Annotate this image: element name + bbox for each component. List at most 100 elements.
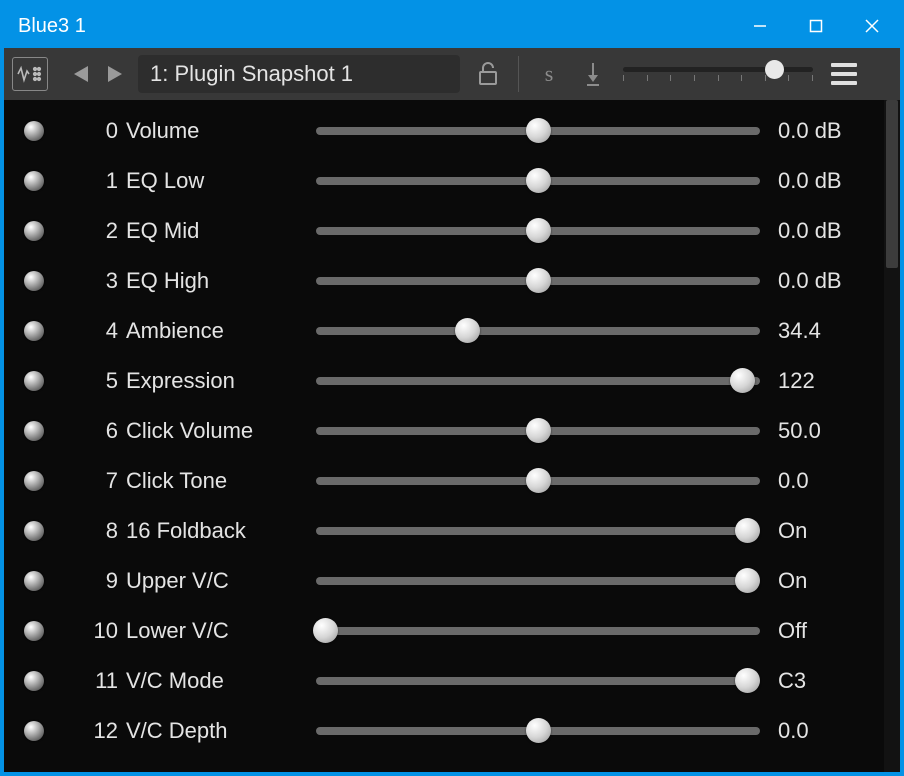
param-value[interactable]: 0.0 dB bbox=[778, 118, 872, 144]
param-label: EQ High bbox=[126, 268, 316, 294]
prev-snapshot-button[interactable] bbox=[66, 58, 96, 90]
menu-button[interactable] bbox=[829, 63, 859, 85]
param-indicator-dot[interactable] bbox=[24, 371, 44, 391]
param-value[interactable]: On bbox=[778, 568, 872, 594]
param-row: 12 V/C Depth 0.0 bbox=[4, 706, 884, 756]
param-value[interactable]: On bbox=[778, 518, 872, 544]
param-value[interactable]: 0.0 dB bbox=[778, 218, 872, 244]
snapshot-label: 1: Plugin Snapshot 1 bbox=[150, 61, 353, 87]
param-value[interactable]: 50.0 bbox=[778, 418, 872, 444]
param-slider-thumb[interactable] bbox=[730, 368, 755, 393]
param-row: 4 Ambience 34.4 bbox=[4, 306, 884, 356]
param-slider[interactable] bbox=[316, 627, 760, 635]
svg-text:s: s bbox=[545, 62, 554, 86]
param-index: 12 bbox=[44, 718, 118, 744]
minimize-button[interactable] bbox=[732, 4, 788, 48]
param-slider[interactable] bbox=[316, 277, 760, 285]
param-index: 5 bbox=[44, 368, 118, 394]
param-slider-thumb[interactable] bbox=[526, 468, 551, 493]
param-index: 2 bbox=[44, 218, 118, 244]
param-slider-thumb[interactable] bbox=[735, 568, 760, 593]
param-value[interactable]: C3 bbox=[778, 668, 872, 694]
param-value[interactable]: 0.0 dB bbox=[778, 268, 872, 294]
param-label: Click Volume bbox=[126, 418, 316, 444]
unlock-icon[interactable] bbox=[468, 54, 508, 94]
param-label: V/C Mode bbox=[126, 668, 316, 694]
param-slider-thumb[interactable] bbox=[526, 418, 551, 443]
param-index: 6 bbox=[44, 418, 118, 444]
param-indicator-dot[interactable] bbox=[24, 121, 44, 141]
param-label: Ambience bbox=[126, 318, 316, 344]
param-slider[interactable] bbox=[316, 227, 760, 235]
window-title: Blue3 1 bbox=[18, 15, 732, 38]
scrollbar-thumb[interactable] bbox=[886, 100, 898, 268]
param-label: Volume bbox=[126, 118, 316, 144]
param-label: V/C Depth bbox=[126, 718, 316, 744]
param-index: 7 bbox=[44, 468, 118, 494]
param-label: Lower V/C bbox=[126, 618, 316, 644]
param-indicator-dot[interactable] bbox=[24, 621, 44, 641]
param-slider[interactable] bbox=[316, 677, 760, 685]
param-indicator-dot[interactable] bbox=[24, 271, 44, 291]
param-row: 6 Click Volume 50.0 bbox=[4, 406, 884, 456]
param-row: 7Click Tone0.0 bbox=[4, 456, 884, 506]
param-row: 9 Upper V/C On bbox=[4, 556, 884, 606]
close-button[interactable] bbox=[844, 4, 900, 48]
param-slider-thumb[interactable] bbox=[526, 168, 551, 193]
toolbar-divider bbox=[518, 56, 519, 92]
master-slider-thumb[interactable] bbox=[765, 60, 784, 79]
param-value[interactable]: 0.0 bbox=[778, 468, 872, 494]
param-index: 10 bbox=[44, 618, 118, 644]
param-indicator-dot[interactable] bbox=[24, 571, 44, 591]
param-indicator-dot[interactable] bbox=[24, 171, 44, 191]
maximize-button[interactable] bbox=[788, 4, 844, 48]
param-indicator-dot[interactable] bbox=[24, 221, 44, 241]
param-value[interactable]: 34.4 bbox=[778, 318, 872, 344]
param-slider-thumb[interactable] bbox=[735, 668, 760, 693]
param-indicator-dot[interactable] bbox=[24, 671, 44, 691]
param-slider-thumb[interactable] bbox=[313, 618, 338, 643]
next-snapshot-button[interactable] bbox=[100, 58, 130, 90]
param-slider-thumb[interactable] bbox=[735, 518, 760, 543]
toolbar: 1: Plugin Snapshot 1 s bbox=[4, 48, 900, 100]
scrollbar[interactable] bbox=[884, 100, 900, 772]
param-label: EQ Mid bbox=[126, 218, 316, 244]
param-slider-thumb[interactable] bbox=[455, 318, 480, 343]
param-value[interactable]: Off bbox=[778, 618, 872, 644]
param-value[interactable]: 0.0 dB bbox=[778, 168, 872, 194]
down-arrow-stop-icon[interactable] bbox=[573, 54, 613, 94]
master-slider[interactable] bbox=[623, 67, 813, 81]
param-slider-thumb[interactable] bbox=[526, 268, 551, 293]
param-slider[interactable] bbox=[316, 377, 760, 385]
param-slider[interactable] bbox=[316, 577, 760, 585]
param-indicator-dot[interactable] bbox=[24, 521, 44, 541]
param-slider[interactable] bbox=[316, 477, 760, 485]
param-slider[interactable] bbox=[316, 427, 760, 435]
param-label: EQ Low bbox=[126, 168, 316, 194]
param-index: 9 bbox=[44, 568, 118, 594]
param-index: 11 bbox=[44, 668, 118, 694]
param-slider-thumb[interactable] bbox=[526, 118, 551, 143]
param-value[interactable]: 0.0 bbox=[778, 718, 872, 744]
param-slider-thumb[interactable] bbox=[526, 218, 551, 243]
param-indicator-dot[interactable] bbox=[24, 421, 44, 441]
param-slider[interactable] bbox=[316, 527, 760, 535]
param-index: 1 bbox=[44, 168, 118, 194]
snapshot-selector[interactable]: 1: Plugin Snapshot 1 bbox=[138, 55, 460, 93]
param-indicator-dot[interactable] bbox=[24, 471, 44, 491]
param-value[interactable]: 122 bbox=[778, 368, 872, 394]
waveform-icon[interactable] bbox=[12, 57, 48, 91]
param-slider[interactable] bbox=[316, 127, 760, 135]
param-slider-thumb[interactable] bbox=[526, 718, 551, 743]
param-slider[interactable] bbox=[316, 177, 760, 185]
param-indicator-dot[interactable] bbox=[24, 321, 44, 341]
param-indicator-dot[interactable] bbox=[24, 721, 44, 741]
param-index: 4 bbox=[44, 318, 118, 344]
param-slider[interactable] bbox=[316, 327, 760, 335]
solo-icon[interactable]: s bbox=[529, 54, 569, 94]
param-slider[interactable] bbox=[316, 727, 760, 735]
titlebar[interactable]: Blue3 1 bbox=[4, 4, 900, 48]
param-label: Upper V/C bbox=[126, 568, 316, 594]
param-row: 10 Lower V/C Off bbox=[4, 606, 884, 656]
param-row: 5Expression122 bbox=[4, 356, 884, 406]
